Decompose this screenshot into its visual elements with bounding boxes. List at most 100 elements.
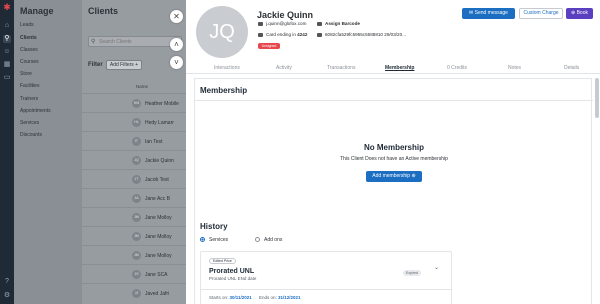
- book-label: Book: [576, 10, 588, 16]
- client-name: Jacob Test: [145, 177, 169, 183]
- list-item[interactable]: JA Jane Acc B: [82, 188, 186, 207]
- tab-transactions[interactable]: Transactions: [327, 65, 355, 71]
- client-name: Jane Molloy: [145, 215, 172, 221]
- book-button[interactable]: ⊕ Book: [566, 8, 593, 19]
- name-column-header[interactable]: Name: [136, 84, 148, 89]
- add-filters-button[interactable]: Add Filters +: [106, 60, 142, 70]
- send-message-button[interactable]: ✉ Send message: [462, 8, 515, 19]
- settings-icon[interactable]: ⚙: [3, 292, 11, 300]
- add-ons-radio-label: Add ons: [264, 237, 283, 243]
- list-item[interactable]: JQ Jackie Quinn: [82, 150, 186, 169]
- sidebar-item-leads[interactable]: Leads: [20, 22, 34, 28]
- mail-icon: [258, 21, 263, 26]
- status-badge: Unsigned: [258, 43, 280, 49]
- app-window: ✱ ⌂ ⚲ ☺ ▦ ▭ ? ⚙ Manage Leads Clients Cla…: [0, 0, 600, 304]
- avatar: JA: [132, 194, 141, 203]
- client-detail-panel: JQ Jackie Quinn j.quinn@glofox.com Assig…: [186, 0, 600, 304]
- avatar: JQ: [132, 156, 141, 165]
- client-name: Hedy Lamarr: [145, 120, 174, 126]
- starts-label: Starts on:: [209, 295, 229, 300]
- manage-sidebar: Manage Leads Clients Classes Courses Sto…: [14, 0, 82, 304]
- sidebar-item-clients[interactable]: Clients: [20, 35, 37, 41]
- card-icon[interactable]: ▭: [3, 74, 11, 82]
- add-membership-button[interactable]: Add membership ⊕: [366, 171, 422, 182]
- list-item[interactable]: JJ Javed Jafri: [82, 283, 186, 302]
- list-item[interactable]: HM Heather Mobile: [82, 93, 186, 112]
- start-date: Starts on: 30/11/2021: [209, 295, 252, 300]
- tab-credits[interactable]: 0 Credits: [447, 65, 467, 71]
- home-icon[interactable]: ⌂: [3, 22, 11, 30]
- status-badge: Expired: [403, 270, 421, 276]
- list-item[interactable]: JT Jacob Test: [82, 169, 186, 188]
- sidebar-item-trainers[interactable]: Trainers: [20, 96, 38, 102]
- starts-value: 30/11/2021: [229, 295, 252, 300]
- sidebar-item-courses[interactable]: Courses: [20, 59, 39, 65]
- history-card[interactable]: Edited Price Prorated UNL Prorated UNL E…: [200, 251, 452, 304]
- search-icon[interactable]: ⚲: [3, 35, 11, 43]
- tab-membership[interactable]: Membership: [385, 65, 414, 71]
- membership-title: Membership: [200, 86, 248, 95]
- add-ons-radio[interactable]: [255, 237, 260, 242]
- sidebar-item-discounts[interactable]: Discounts: [20, 132, 42, 138]
- users-icon[interactable]: ☺: [3, 48, 11, 56]
- list-item[interactable]: HL Hedy Lamarr: [82, 112, 186, 131]
- custom-charge-button[interactable]: Custom Charge: [519, 8, 563, 19]
- chevron-down-icon[interactable]: ˅: [170, 56, 183, 69]
- list-item[interactable]: JM Jane Molloy: [82, 226, 186, 245]
- client-name: Jackie Quinn: [145, 158, 174, 164]
- avatar: JM: [132, 213, 141, 222]
- chevron-down-icon[interactable]: ⌄: [434, 264, 439, 271]
- services-radio[interactable]: [200, 237, 205, 242]
- avatar: HL: [132, 118, 141, 127]
- scrollbar[interactable]: [595, 78, 599, 118]
- client-name: Javed Jafri: [145, 291, 170, 297]
- divider: [195, 100, 593, 101]
- empty-state-subtitle: This Client Does not have an Active memb…: [340, 156, 448, 162]
- card-prefix: Card ending in: [266, 32, 296, 37]
- calendar-icon[interactable]: ▦: [3, 61, 11, 69]
- client-name: Jane Molloy: [145, 234, 172, 240]
- list-item[interactable]: JM Jane Molloy: [82, 245, 186, 264]
- empty-state-title: No Membership: [363, 143, 424, 152]
- filter-label: Filter: [88, 62, 103, 68]
- tab-notes[interactable]: Notes: [508, 65, 521, 71]
- ends-label: Ends on:: [259, 295, 277, 300]
- client-email: j.quinn@glofox.com: [266, 21, 307, 26]
- assign-barcode-label: Assign Barcode: [325, 21, 360, 26]
- tab-activity[interactable]: Activity: [276, 65, 292, 71]
- client-name: Heather Mobile: [145, 101, 179, 107]
- edited-price-tag: Edited Price: [209, 258, 236, 264]
- list-item[interactable]: JM Jane Molloy: [82, 207, 186, 226]
- history-title: History: [200, 222, 228, 231]
- sidebar-item-store[interactable]: Store: [20, 71, 32, 77]
- email-row: j.quinn@glofox.com: [258, 21, 306, 26]
- services-radio-label: Services: [209, 237, 229, 243]
- tab-details[interactable]: Details: [564, 65, 579, 71]
- id-icon: [317, 32, 322, 37]
- sidebar-item-facilities[interactable]: Facilities: [20, 83, 39, 89]
- sidebar-title: Manage: [20, 6, 54, 16]
- client-name: Jane SCA: [145, 272, 168, 278]
- icon-rail: ✱ ⌂ ⚲ ☺ ▦ ▭ ? ⚙: [0, 0, 14, 304]
- member-id: 6082cfa529fc5955c5588810: [325, 32, 383, 37]
- list-item[interactable]: IT Ian Test: [82, 131, 186, 150]
- client-name-heading: Jackie Quinn: [257, 10, 314, 20]
- chevron-up-icon[interactable]: ˄: [170, 38, 183, 51]
- avatar: JM: [132, 251, 141, 260]
- close-icon[interactable]: ✕: [170, 10, 183, 23]
- client-name: Ian Test: [145, 139, 163, 145]
- list-item[interactable]: JS Jane SCA: [82, 264, 186, 283]
- card-subtitle: Prorated UNL ENd date: [209, 276, 257, 281]
- sidebar-item-classes[interactable]: Classes: [20, 47, 38, 53]
- assign-barcode-link[interactable]: Assign Barcode: [317, 21, 360, 26]
- avatar: JJ: [132, 289, 141, 298]
- tab-interactions[interactable]: Interactions: [214, 65, 240, 71]
- help-icon[interactable]: ?: [3, 278, 11, 286]
- sidebar-item-appointments[interactable]: Appointments: [20, 108, 51, 114]
- avatar: IT: [132, 137, 141, 146]
- avatar: JT: [132, 175, 141, 184]
- clients-title: Clients: [88, 6, 119, 16]
- search-input[interactable]: [88, 36, 182, 47]
- tab-bar: Interactions Activity Transactions Membe…: [186, 62, 600, 74]
- sidebar-item-services[interactable]: Services: [20, 120, 39, 126]
